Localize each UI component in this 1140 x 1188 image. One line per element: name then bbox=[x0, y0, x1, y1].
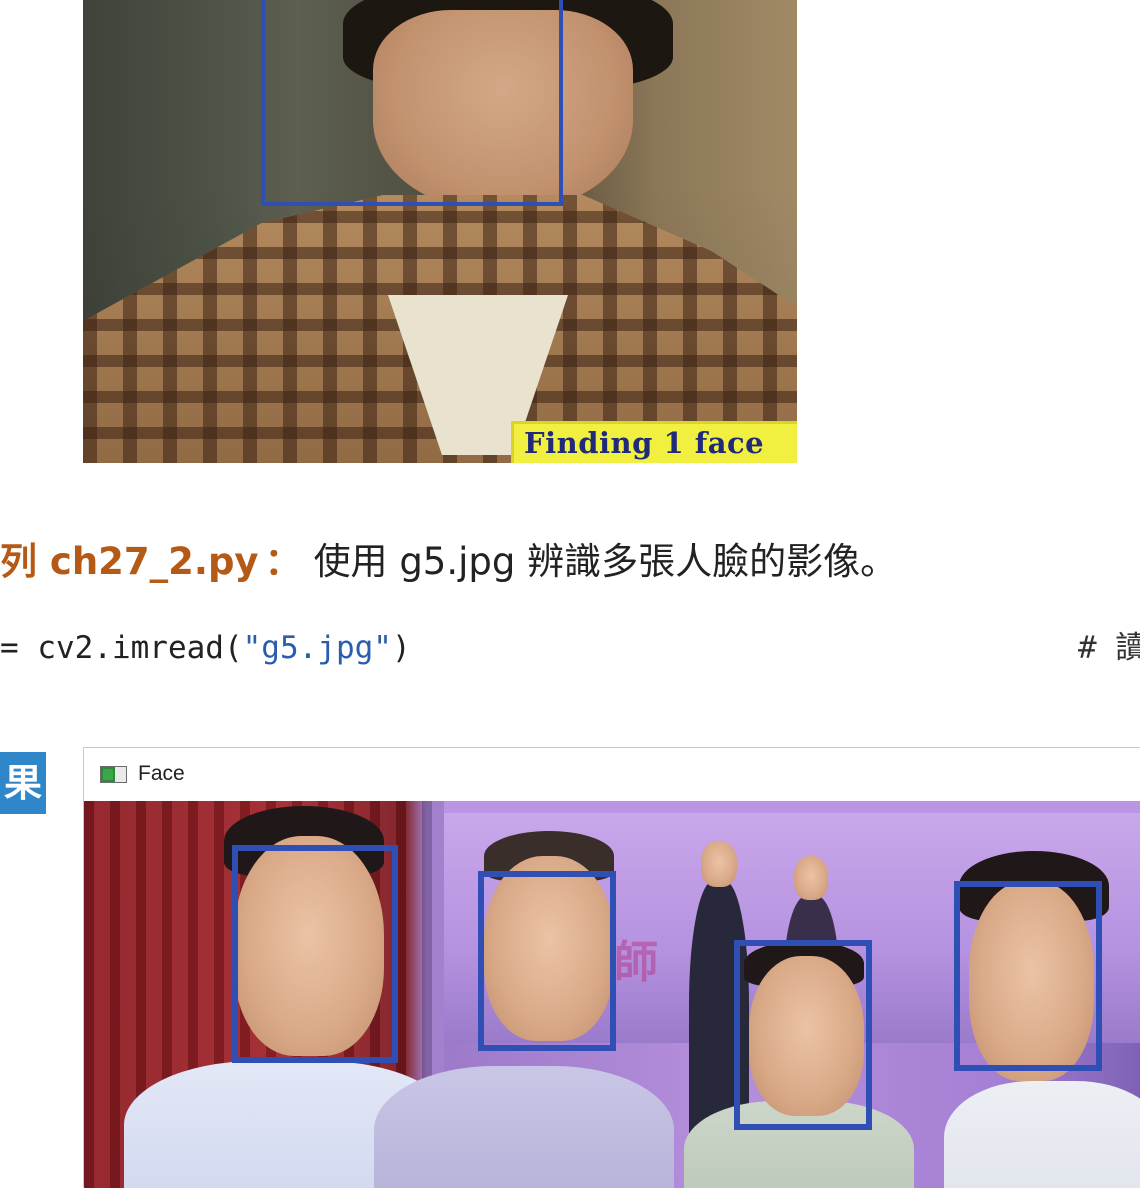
face-detection-box-1 bbox=[232, 845, 398, 1063]
background-person-2-face bbox=[794, 856, 828, 900]
opencv-window-icon bbox=[100, 766, 127, 783]
result-badge: 果 bbox=[0, 752, 46, 814]
code-prefix: = cv2.imread( bbox=[0, 630, 243, 666]
example-heading: 列 ch27_2.py： 使用 g5.jpg 辨識多張人臉的影像。 bbox=[0, 532, 897, 592]
example-colon: ： bbox=[264, 540, 302, 583]
face-window[interactable]: Face 師合餐 bbox=[83, 747, 1140, 1188]
example-label: 列 ch27_2.py bbox=[0, 540, 259, 583]
code-string: "g5.jpg" bbox=[242, 630, 392, 666]
group-photo: 師合餐 bbox=[84, 801, 1140, 1188]
code-line: = cv2.imread("g5.jpg") bbox=[0, 624, 411, 672]
code-suffix: ) bbox=[391, 630, 411, 666]
window-titlebar[interactable]: Face bbox=[84, 748, 1140, 802]
person-4-shirt bbox=[944, 1081, 1140, 1188]
background-person-1-face bbox=[701, 841, 737, 887]
example-description: 使用 g5.jpg 辨識多張人臉的影像。 bbox=[313, 540, 898, 583]
face-detection-box-4 bbox=[954, 881, 1102, 1071]
face-detection-box-3 bbox=[734, 940, 872, 1130]
code-comment: # 讀 bbox=[1078, 630, 1140, 666]
face-detection-box bbox=[261, 0, 563, 206]
single-face-photo: Finding 1 face bbox=[83, 0, 797, 463]
face-count-caption: Finding 1 face bbox=[511, 421, 797, 463]
face-detection-box-2 bbox=[478, 871, 616, 1051]
window-title: Face bbox=[138, 762, 185, 785]
